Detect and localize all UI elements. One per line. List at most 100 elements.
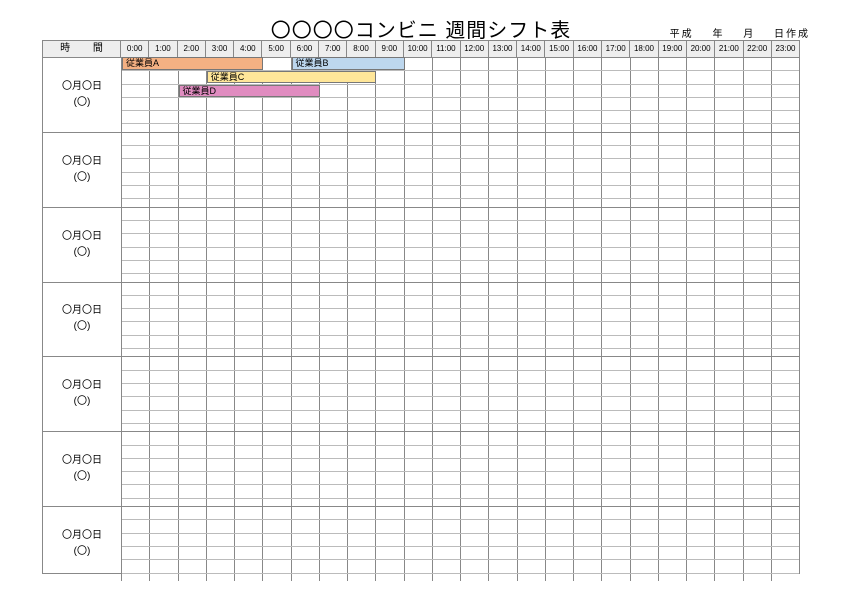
shift-sheet: 時 間 0:001:002:003:004:005:006:007:008:00… (42, 40, 800, 574)
day-weekday: (〇) (74, 170, 91, 186)
day-rows-3 (122, 283, 799, 357)
shift-bar-従業員D: 従業員D (179, 85, 320, 97)
shift-bar-従業員A: 従業員A (122, 57, 263, 70)
hour-header-16: 16:00 (574, 41, 602, 57)
shift-row (122, 111, 799, 124)
day-label-4: 〇月〇日(〇) (43, 357, 122, 431)
shift-row (122, 173, 799, 186)
day-date: 〇月〇日 (62, 79, 102, 95)
hour-header-2: 2:00 (178, 41, 206, 57)
shift-row (122, 146, 799, 159)
shift-row (122, 98, 799, 111)
day-label-1: 〇月〇日(〇) (43, 133, 122, 207)
day-weekday: (〇) (74, 245, 91, 261)
hour-header-10: 10:00 (404, 41, 432, 57)
day-block-1: 〇月〇日(〇) (43, 133, 799, 208)
shift-row (122, 485, 799, 498)
creation-date-line: 平成 年 月 日作成 (670, 25, 810, 40)
day-rows-4 (122, 357, 799, 431)
day-rows-1 (122, 133, 799, 207)
hour-header-18: 18:00 (630, 41, 658, 57)
page: 〇〇〇〇コンビニ 週間シフト表 平成 年 月 日作成 時 間 0:001:002… (0, 0, 842, 595)
day-block-0: 〇月〇日(〇)従業員A従業員B従業員C従業員D (43, 58, 799, 133)
day-weekday: (〇) (74, 469, 91, 485)
hour-header-0: 0:00 (121, 41, 149, 57)
year-label: 年 (712, 29, 724, 40)
hour-header-8: 8:00 (347, 41, 375, 57)
hour-header-22: 22:00 (744, 41, 772, 57)
shift-row (122, 159, 799, 172)
day-block-6: 〇月〇日(〇) (43, 507, 799, 581)
day-label-3: 〇月〇日(〇) (43, 283, 122, 357)
day-weekday: (〇) (74, 544, 91, 560)
day-rows-2 (122, 208, 799, 282)
hour-header-1: 1:00 (149, 41, 177, 57)
hour-header-7: 7:00 (319, 41, 347, 57)
day-label-6: 〇月〇日(〇) (43, 507, 122, 581)
day-date: 〇月〇日 (62, 229, 102, 245)
shift-row (122, 547, 799, 560)
shift-row (122, 261, 799, 274)
shift-row (122, 186, 799, 199)
day-weekday: (〇) (74, 95, 91, 111)
shift-row (122, 520, 799, 533)
hour-header-11: 11:00 (432, 41, 460, 57)
shift-row (122, 208, 799, 221)
day-weekday: (〇) (74, 394, 91, 410)
day-date: 〇月〇日 (62, 154, 102, 170)
day-rows-0: 従業員A従業員B従業員C従業員D (122, 58, 799, 132)
hour-header-12: 12:00 (461, 41, 489, 57)
day-date: 〇月〇日 (62, 303, 102, 319)
shift-row (122, 507, 799, 520)
hour-header-17: 17:00 (602, 41, 630, 57)
hour-header-5: 5:00 (262, 41, 290, 57)
day-rows-5 (122, 432, 799, 506)
days-container: 〇月〇日(〇)従業員A従業員B従業員C従業員D〇月〇日(〇)〇月〇日(〇)〇月〇… (43, 58, 799, 581)
shift-bar-従業員C: 従業員C (207, 71, 377, 83)
day-date: 〇月〇日 (62, 453, 102, 469)
day-block-2: 〇月〇日(〇) (43, 208, 799, 283)
shift-row (122, 221, 799, 234)
shift-row (122, 357, 799, 370)
hours-header: 0:001:002:003:004:005:006:007:008:009:00… (121, 41, 799, 57)
shift-row (122, 133, 799, 146)
shift-row (122, 446, 799, 459)
shift-row (122, 322, 799, 335)
day-date: 〇月〇日 (62, 528, 102, 544)
shift-row (122, 560, 799, 573)
day-block-5: 〇月〇日(〇) (43, 432, 799, 507)
shift-row (122, 336, 799, 349)
hour-header-15: 15:00 (545, 41, 573, 57)
shift-row (122, 411, 799, 424)
hour-header-3: 3:00 (206, 41, 234, 57)
hour-header-13: 13:00 (489, 41, 517, 57)
day-rows-6 (122, 507, 799, 581)
day-label-0: 〇月〇日(〇) (43, 58, 122, 132)
day-label-2: 〇月〇日(〇) (43, 208, 122, 282)
hour-header-9: 9:00 (376, 41, 404, 57)
shift-row: 従業員D (122, 85, 799, 98)
hour-header-4: 4:00 (234, 41, 262, 57)
shift-row (122, 283, 799, 296)
shift-row (122, 234, 799, 247)
hour-header-6: 6:00 (291, 41, 319, 57)
time-header-label: 時 間 (43, 41, 121, 57)
shift-row (122, 574, 799, 586)
shift-row (122, 296, 799, 309)
shift-row (122, 309, 799, 322)
shift-row (122, 432, 799, 445)
shift-row: 従業員C (122, 71, 799, 84)
shift-row (122, 371, 799, 384)
day-weekday: (〇) (74, 319, 91, 335)
header-row: 時 間 0:001:002:003:004:005:006:007:008:00… (43, 41, 799, 58)
month-label: 月 (743, 29, 755, 40)
day-block-3: 〇月〇日(〇) (43, 283, 799, 358)
shift-row (122, 384, 799, 397)
shift-row (122, 534, 799, 547)
hour-header-20: 20:00 (687, 41, 715, 57)
shift-row (122, 397, 799, 410)
era-label: 平成 (670, 29, 694, 40)
hour-header-21: 21:00 (715, 41, 743, 57)
created-suffix: 日作成 (774, 29, 810, 40)
shift-row (122, 459, 799, 472)
